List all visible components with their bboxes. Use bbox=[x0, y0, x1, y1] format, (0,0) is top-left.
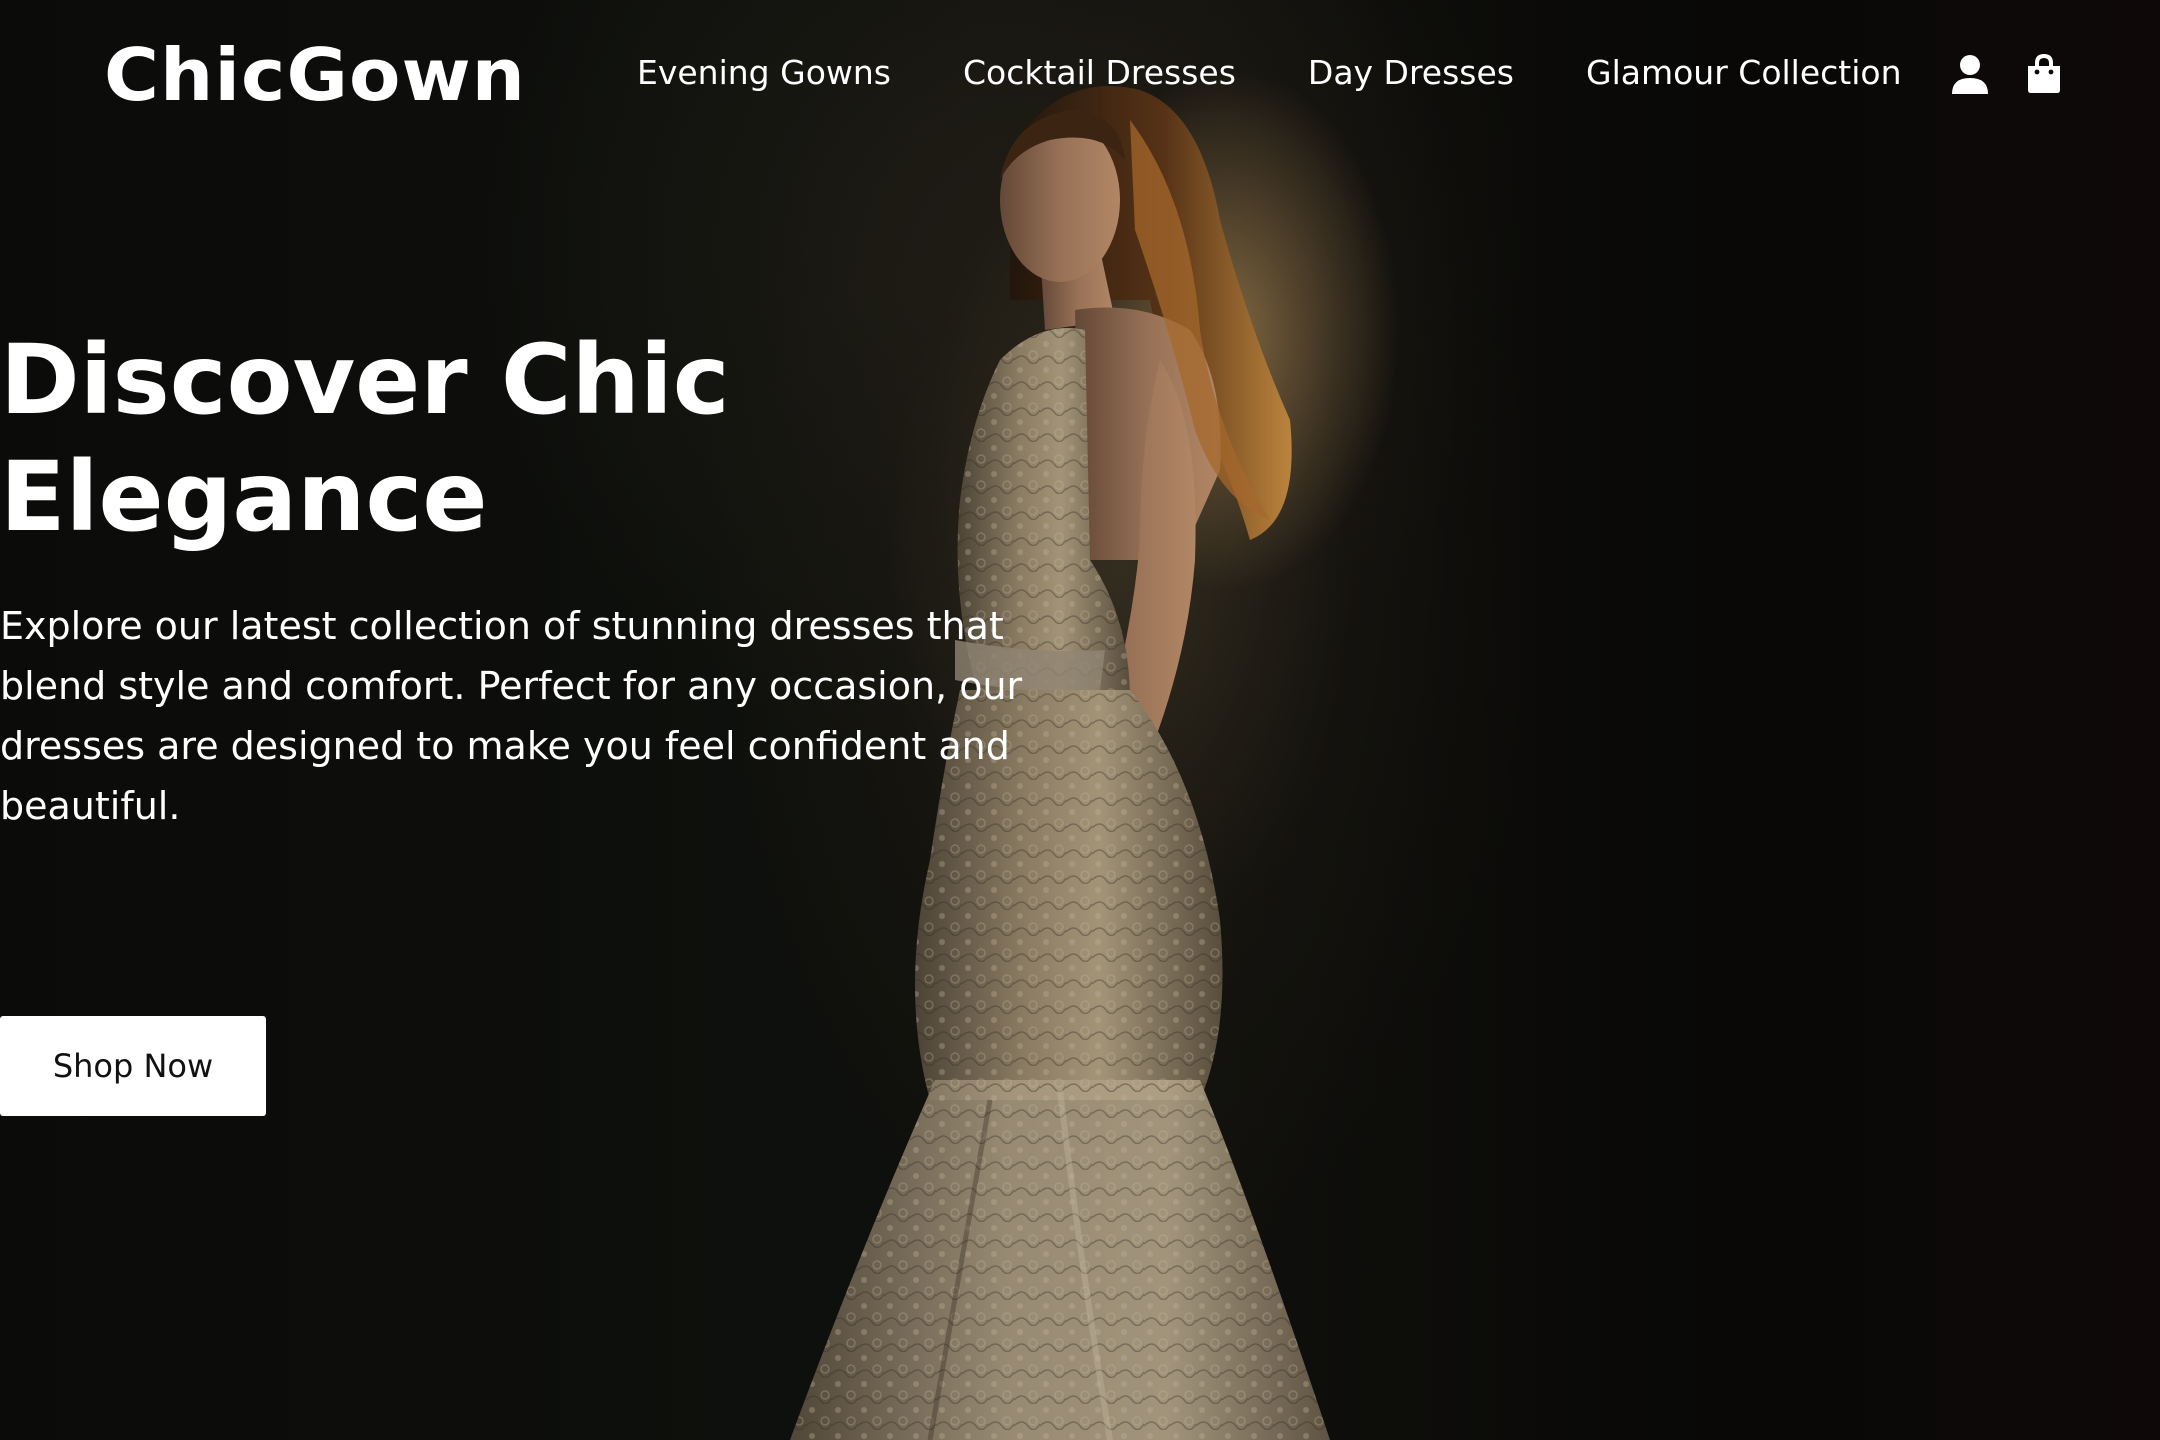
nav-item-day-dresses: Day Dresses bbox=[1308, 48, 1514, 98]
hero-description-line-4: beautiful. bbox=[0, 784, 181, 828]
shop-now-button[interactable]: Shop Now bbox=[0, 1016, 266, 1116]
hero-title-line-1: Discover Chic bbox=[0, 324, 730, 436]
shopping-bag-icon[interactable] bbox=[2024, 54, 2064, 94]
nav-link-glamour-collection[interactable]: Glamour Collection bbox=[1586, 48, 1902, 98]
hero-description-line-2: blend style and comfort. Perfect for any… bbox=[0, 664, 1023, 708]
hero-page: ChicGown Evening Gowns Cocktail Dresses … bbox=[0, 0, 2160, 1440]
nav-item-evening-gowns: Evening Gowns bbox=[637, 48, 891, 98]
hero-description-line-3: dresses are designed to make you feel co… bbox=[0, 724, 1010, 768]
header-actions bbox=[1950, 54, 2064, 94]
user-icon[interactable] bbox=[1950, 54, 1990, 94]
nav-link-cocktail-dresses[interactable]: Cocktail Dresses bbox=[963, 48, 1236, 98]
nav-link-day-dresses[interactable]: Day Dresses bbox=[1308, 48, 1514, 98]
nav-link-evening-gowns[interactable]: Evening Gowns bbox=[637, 48, 891, 98]
nav-item-glamour-collection: Glamour Collection bbox=[1586, 48, 1902, 98]
hero-title: Discover Chic Elegance bbox=[0, 322, 860, 556]
hero-description-line-1: Explore our latest collection of stunnin… bbox=[0, 604, 1004, 648]
brand-logo[interactable]: ChicGown bbox=[104, 30, 526, 120]
main-nav: Evening Gowns Cocktail Dresses Day Dress… bbox=[637, 48, 1902, 98]
hero-description: Explore our latest collection of stunnin… bbox=[0, 596, 1100, 836]
nav-item-cocktail-dresses: Cocktail Dresses bbox=[963, 48, 1236, 98]
site-header: ChicGown Evening Gowns Cocktail Dresses … bbox=[0, 0, 2160, 150]
hero-title-line-2: Elegance bbox=[0, 441, 488, 553]
